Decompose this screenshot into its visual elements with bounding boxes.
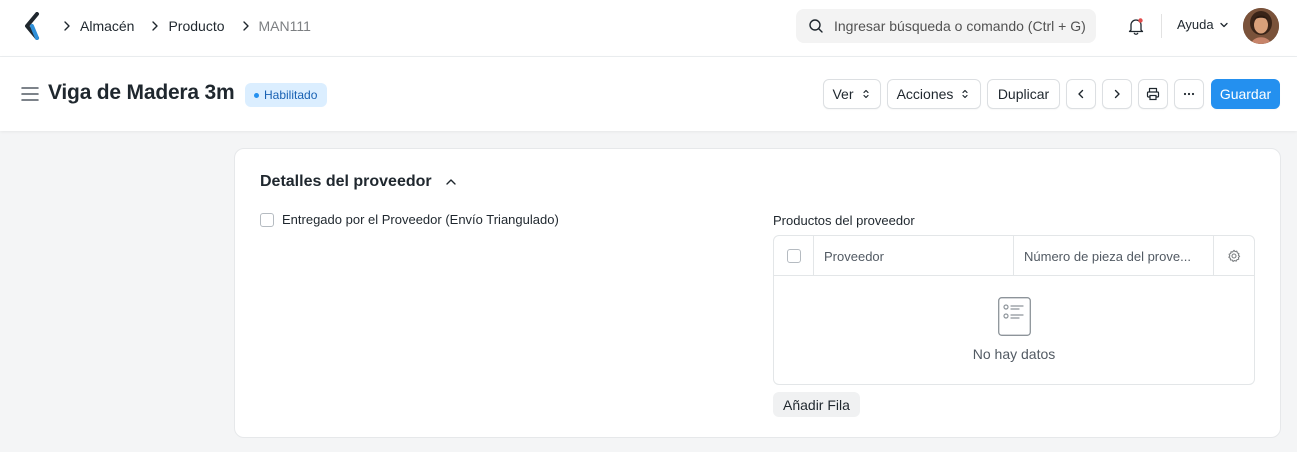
select-all-checkbox[interactable]	[786, 249, 801, 263]
sidebar-toggle-icon[interactable]	[21, 86, 39, 102]
breadcrumb: Almacén Producto MAN111	[58, 0, 323, 52]
user-avatar-icon	[1243, 8, 1279, 44]
chevron-left-icon	[1078, 89, 1084, 99]
breadcrumb-label: MAN111	[258, 18, 311, 34]
breadcrumb-item-almacen[interactable]: Almacén	[58, 18, 146, 34]
supplier-items-table: Proveedor Número de pieza del prove... N…	[773, 235, 1255, 385]
search-placeholder: Ingresar búsqueda o comando (Ctrl + G)	[834, 18, 1086, 34]
chevron-up-down-icon	[962, 89, 969, 99]
page-title: Viga de Madera 3m	[48, 81, 235, 104]
settings-cell[interactable]	[1214, 236, 1254, 276]
save-button-label: Guardar	[1219, 86, 1272, 102]
chevron-right-icon	[1114, 89, 1120, 99]
help-label: Ayuda	[1177, 17, 1214, 32]
supplier-details-card: Detalles del proveedor Entregado por el …	[234, 148, 1281, 438]
breadcrumb-item-current[interactable]: MAN111	[237, 18, 323, 34]
status-badge: Habilitado	[245, 83, 328, 107]
column-header-part-number[interactable]: Número de pieza del prove...	[1014, 236, 1214, 276]
select-all-cell	[774, 236, 814, 276]
status-dot-icon	[254, 92, 259, 98]
drop-ship-checkbox[interactable]	[260, 212, 274, 227]
navbar-divider	[1161, 14, 1162, 38]
save-button[interactable]: Guardar	[1211, 79, 1280, 109]
table-header-row: Proveedor Número de pieza del prove...	[774, 236, 1254, 276]
gear-icon[interactable]	[1227, 249, 1241, 263]
breadcrumb-item-producto[interactable]: Producto	[146, 18, 236, 34]
next-doc-button[interactable]	[1102, 79, 1132, 109]
chevron-up-icon[interactable]	[444, 175, 458, 189]
empty-list-icon	[998, 297, 1031, 336]
top-navbar: Almacén Producto MAN111 Ingresar búsqued…	[0, 0, 1297, 57]
column-header-supplier[interactable]: Proveedor	[814, 236, 1014, 276]
breadcrumb-label: Producto	[168, 18, 225, 34]
duplicate-button[interactable]: Duplicar	[987, 79, 1060, 109]
more-options-button[interactable]	[1174, 79, 1204, 109]
chevron-right-icon	[152, 21, 159, 31]
ellipsis-icon	[1183, 92, 1195, 96]
search-bar[interactable]: Ingresar búsqueda o comando (Ctrl + G)	[796, 9, 1096, 43]
view-button[interactable]: Ver	[823, 79, 881, 109]
help-dropdown[interactable]: Ayuda	[1177, 17, 1230, 32]
previous-doc-button[interactable]	[1066, 79, 1096, 109]
actions-button[interactable]: Acciones	[887, 79, 981, 109]
drop-ship-checkbox-row[interactable]: Entregado por el Proveedor (Envío Triang…	[260, 212, 559, 227]
drop-ship-label: Entregado por el Proveedor (Envío Triang…	[282, 212, 559, 227]
notification-bell-icon[interactable]	[1126, 16, 1146, 36]
add-row-button[interactable]: Añadir Fila	[773, 392, 860, 417]
empty-state-text: No hay datos	[972, 346, 1056, 362]
app-logo-icon[interactable]	[22, 12, 44, 40]
duplicate-button-label: Duplicar	[997, 86, 1050, 102]
status-label: Habilitado	[264, 88, 318, 102]
chevron-down-icon	[1219, 22, 1228, 27]
supplier-items-label: Productos del proveedor	[773, 213, 915, 228]
chevron-up-down-icon	[862, 89, 869, 99]
search-icon	[809, 19, 823, 33]
chevron-right-icon	[242, 21, 249, 31]
avatar[interactable]	[1243, 8, 1279, 44]
view-button-label: Ver	[832, 86, 854, 102]
section-header[interactable]: Detalles del proveedor	[260, 173, 458, 191]
chevron-right-icon	[64, 21, 70, 31]
actions-button-label: Acciones	[896, 86, 954, 102]
printer-icon	[1146, 87, 1160, 101]
print-button[interactable]	[1138, 79, 1168, 109]
section-title: Detalles del proveedor	[260, 173, 432, 190]
breadcrumb-label: Almacén	[80, 18, 135, 34]
page-header: Viga de Madera 3m Habilitado Ver Accione…	[0, 57, 1297, 131]
